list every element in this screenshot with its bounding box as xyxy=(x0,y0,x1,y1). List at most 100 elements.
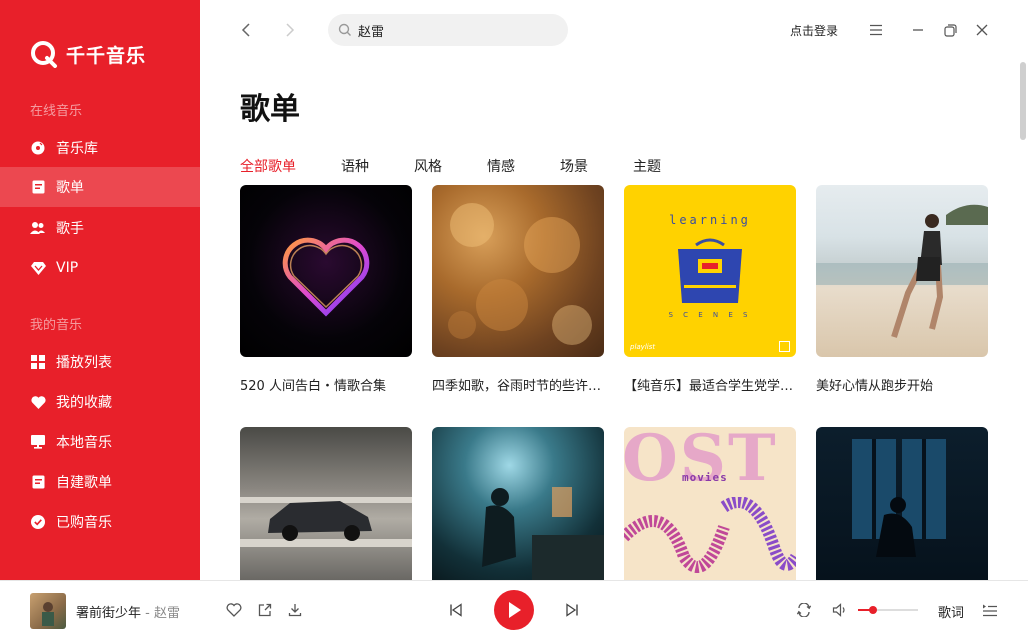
cover-movies-text: movies xyxy=(682,471,728,484)
playlist-cover[interactable] xyxy=(432,427,604,580)
tab-scene[interactable]: 场景 xyxy=(560,156,588,176)
album-thumbnail[interactable] xyxy=(30,593,66,629)
playlist-card[interactable] xyxy=(816,427,988,580)
playlist-cover[interactable]: learning S C E N E S playlist xyxy=(624,185,796,357)
sidebar-item-singers[interactable]: 歌手 xyxy=(0,208,200,248)
sidebar-item-label: 我的收藏 xyxy=(56,395,112,411)
playlist-queue-button[interactable] xyxy=(980,600,1000,620)
lunchbox-image xyxy=(678,238,742,303)
volume-slider[interactable] xyxy=(858,606,918,614)
share-button[interactable] xyxy=(255,600,275,620)
playlist-cover[interactable]: OST movies xyxy=(624,427,796,580)
car-road-image xyxy=(240,497,412,547)
heart-outline-icon xyxy=(226,603,242,617)
player-bar: 署前街少年 - 赵雷 歌词 xyxy=(0,580,1028,640)
search-box[interactable] xyxy=(328,14,568,46)
singer-icon xyxy=(30,220,46,236)
next-track-button[interactable] xyxy=(562,600,582,620)
menu-button[interactable] xyxy=(866,20,886,40)
tab-style[interactable]: 风格 xyxy=(414,156,442,176)
chevron-right-icon xyxy=(286,23,295,37)
forward-button[interactable] xyxy=(280,20,300,40)
sidebar-item-play-queue[interactable]: 播放列表 xyxy=(0,342,200,382)
back-button[interactable] xyxy=(236,20,256,40)
song-artist[interactable]: 赵雷 xyxy=(154,606,180,621)
hamburger-menu-icon xyxy=(870,24,882,36)
volume-knob[interactable] xyxy=(869,606,877,614)
previous-track-button[interactable] xyxy=(446,600,466,620)
tab-language[interactable]: 语种 xyxy=(341,156,369,176)
playlist-cover[interactable] xyxy=(240,185,412,357)
sidebar-item-vip[interactable]: VIP xyxy=(0,248,200,288)
login-link[interactable]: 点击登录 xyxy=(790,22,838,39)
repeat-icon xyxy=(796,603,812,617)
playlist-card[interactable]: 四季如歌，谷雨时节的些许温柔 xyxy=(432,185,604,394)
app-logo[interactable]: 千千音乐 xyxy=(30,40,146,68)
sidebar-item-favorites[interactable]: 我的收藏 xyxy=(0,382,200,422)
sidebar-item-music-library[interactable]: 音乐库 xyxy=(0,128,200,168)
neon-heart-image xyxy=(282,237,370,317)
song-separator: - xyxy=(141,606,154,621)
repeat-mode-button[interactable] xyxy=(794,600,814,620)
playlist-cover[interactable] xyxy=(816,185,988,357)
minimize-button[interactable] xyxy=(908,20,928,40)
playlist-card[interactable]: learning S C E N E S playlist 【纯音乐】最适合学生… xyxy=(624,185,796,394)
close-icon xyxy=(976,24,988,36)
rain-bokeh-image xyxy=(448,203,592,345)
sidebar: 千千音乐 在线音乐 音乐库 歌单 歌手 VIP 我的音乐 播放列表 我的收藏 本… xyxy=(0,0,200,582)
cover-badge-icon xyxy=(779,341,790,352)
chevron-left-icon xyxy=(241,23,250,37)
like-button[interactable] xyxy=(224,600,244,620)
playlist-card[interactable] xyxy=(240,427,412,580)
runner-beach-image xyxy=(816,204,988,338)
song-title: 署前街少年 xyxy=(76,606,142,621)
download-button[interactable] xyxy=(285,600,305,620)
playlist-title[interactable]: 520 人间告白・情歌合集 xyxy=(240,375,412,394)
list-doc-icon xyxy=(30,474,46,490)
tab-all-playlists[interactable]: 全部歌单 xyxy=(240,156,296,176)
playlist-card[interactable]: OST movies xyxy=(624,427,796,580)
sidebar-item-label: 自建歌单 xyxy=(56,475,112,491)
sidebar-item-label: 音乐库 xyxy=(56,141,98,157)
playlist-icon xyxy=(30,179,46,195)
restore-window-icon xyxy=(943,23,957,37)
check-circle-icon xyxy=(30,514,46,530)
lyrics-button[interactable]: 歌词 xyxy=(938,602,964,621)
restore-button[interactable] xyxy=(940,20,960,40)
page-title: 歌单 xyxy=(240,92,300,127)
playlist-card[interactable] xyxy=(432,427,604,580)
silhouette-window-image xyxy=(852,439,946,557)
close-button[interactable] xyxy=(972,20,992,40)
tab-theme[interactable]: 主题 xyxy=(633,156,661,176)
sidebar-item-playlists[interactable]: 歌单 xyxy=(0,167,200,207)
playlist-title[interactable]: 四季如歌，谷雨时节的些许温柔 xyxy=(432,375,604,394)
cover-playlist-text: playlist xyxy=(630,343,656,351)
playlist-cover[interactable] xyxy=(240,427,412,580)
sidebar-item-local-music[interactable]: 本地音乐 xyxy=(0,422,200,462)
skip-next-icon xyxy=(566,603,578,617)
search-input[interactable] xyxy=(358,22,548,38)
playlist-title[interactable]: 【纯音乐】最适合学生党学习的轻音乐 xyxy=(624,375,796,394)
heart-icon xyxy=(30,394,46,410)
download-icon xyxy=(288,604,302,617)
content-scrollbar[interactable] xyxy=(1020,62,1026,140)
sidebar-item-my-playlists[interactable]: 自建歌单 xyxy=(0,462,200,502)
skip-previous-icon xyxy=(450,603,462,617)
sidebar-item-purchased[interactable]: 已购音乐 xyxy=(0,502,200,542)
online-music-label: 在线音乐 xyxy=(30,104,83,119)
volume-button[interactable] xyxy=(830,600,850,620)
cover-scenes-text: S C E N E S xyxy=(668,311,752,319)
playlist-card[interactable]: 520 人间告白・情歌合集 xyxy=(240,185,412,394)
now-playing-info[interactable]: 署前街少年 - 赵雷 xyxy=(76,602,180,621)
playlist-card[interactable]: 美好心情从跑步开始 xyxy=(816,185,988,394)
play-button[interactable] xyxy=(494,590,534,630)
tab-emotion[interactable]: 情感 xyxy=(487,156,515,176)
sad-man-window-image xyxy=(482,487,604,580)
vip-diamond-icon xyxy=(30,260,46,276)
search-icon xyxy=(338,23,351,36)
playlist-cover[interactable] xyxy=(816,427,988,580)
grid-icon xyxy=(30,354,46,370)
film-strip-image xyxy=(624,497,796,573)
playlist-cover[interactable] xyxy=(432,185,604,357)
playlist-title[interactable]: 美好心情从跑步开始 xyxy=(816,375,988,394)
